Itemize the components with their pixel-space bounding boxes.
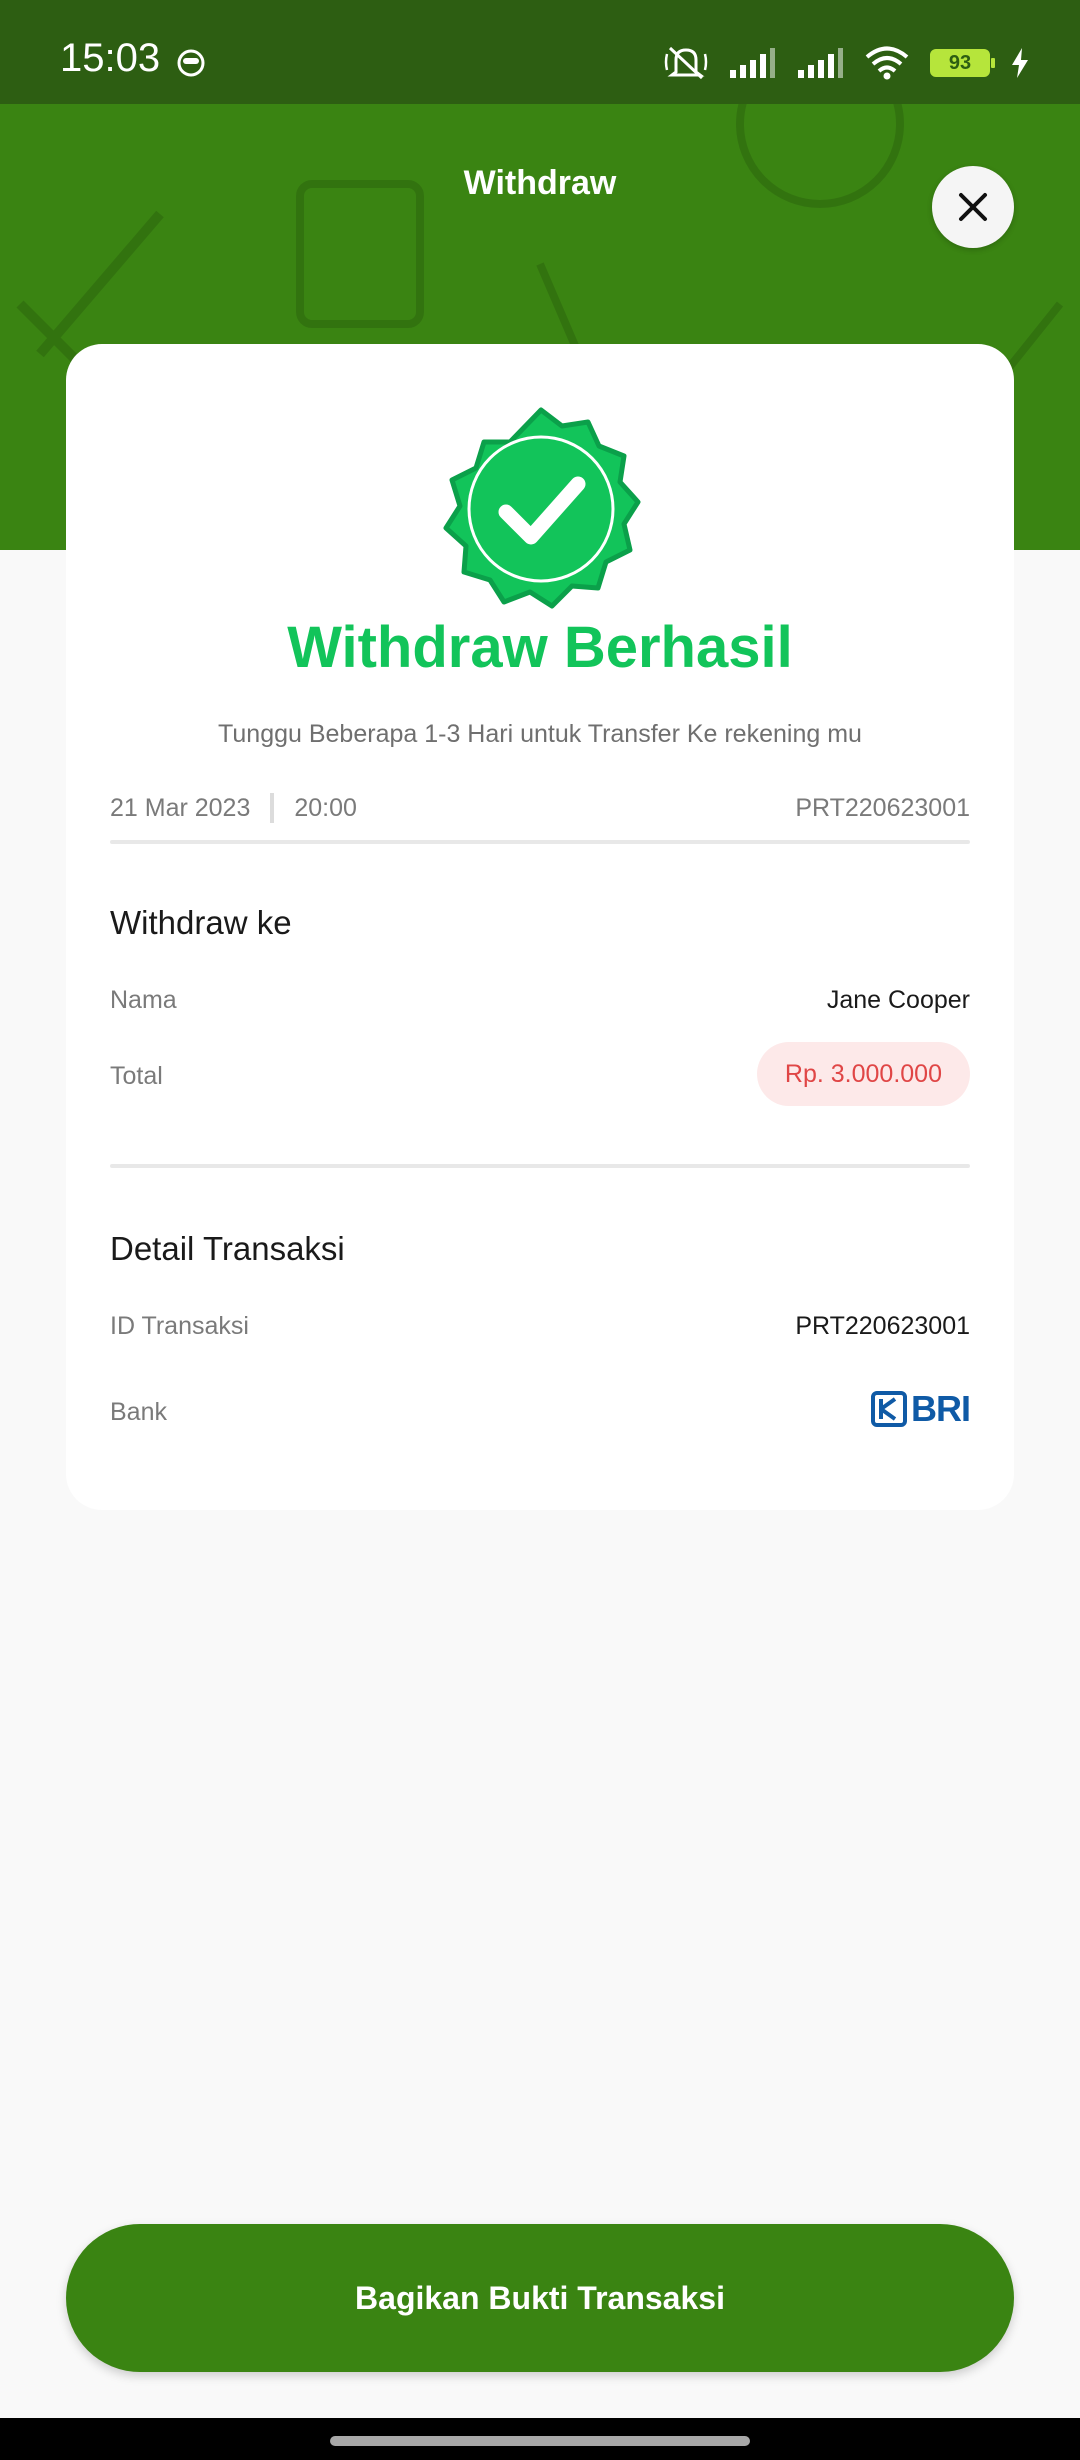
bri-logo-icon: [871, 1391, 907, 1427]
name-label: Nama: [110, 986, 177, 1014]
mute-icon: [664, 46, 708, 80]
total-amount-badge: Rp. 3.000.000: [756, 1042, 970, 1106]
name-value: Jane Cooper: [826, 986, 970, 1014]
face-icon: [177, 49, 205, 77]
total-amount: Rp. 3.000.000: [784, 1059, 942, 1088]
transaction-code: PRT220623001: [795, 793, 970, 822]
transaction-detail-title: Detail Transaksi: [110, 1230, 345, 1267]
withdraw-to-title: Withdraw ke: [110, 904, 292, 941]
battery-level: 93: [948, 51, 972, 74]
wifi-icon: [865, 46, 909, 80]
meta-divider: [270, 793, 275, 823]
bank-name: BRI: [911, 1388, 971, 1429]
total-label: Total: [110, 1062, 163, 1090]
screen: 15:03 93 Withdraw Withdraw Berhasil Tung…: [0, 0, 1080, 2460]
transaction-id-value: PRT220623001: [795, 1312, 970, 1340]
status-time: 15:03: [60, 36, 161, 80]
success-badge-icon: [443, 407, 641, 609]
transaction-id-label: ID Transaksi: [110, 1312, 249, 1340]
bank-logo: BRI: [871, 1388, 971, 1430]
success-subtitle: Tunggu Beberapa 1-3 Hari untuk Transfer …: [218, 720, 862, 748]
home-indicator[interactable]: [330, 2436, 750, 2446]
signal-icon: [798, 48, 843, 78]
transaction-date: 21 Mar 2023: [110, 793, 251, 822]
signal-icon: [730, 48, 775, 78]
bank-label: Bank: [110, 1398, 167, 1426]
divider: [110, 840, 970, 844]
close-icon: [959, 193, 987, 221]
navigation-bar: [0, 2418, 1080, 2460]
status-bar: 15:03 93: [0, 0, 1080, 104]
page-title: Withdraw: [463, 164, 617, 202]
battery-icon: 93: [930, 49, 995, 77]
status-icons: 93: [664, 44, 1030, 82]
receipt-card: Withdraw Berhasil Tunggu Beberapa 1-3 Ha…: [66, 344, 1014, 1510]
charging-icon: [1012, 48, 1028, 78]
transaction-time: 20:00: [294, 793, 357, 822]
success-title: Withdraw Berhasil: [287, 615, 793, 680]
share-receipt-button[interactable]: Bagikan Bukti Transaksi: [66, 2224, 1014, 2372]
transaction-meta: 21 Mar 2023 20:00 PRT220623001: [110, 788, 970, 828]
divider: [110, 1164, 970, 1168]
close-button[interactable]: [932, 166, 1014, 248]
